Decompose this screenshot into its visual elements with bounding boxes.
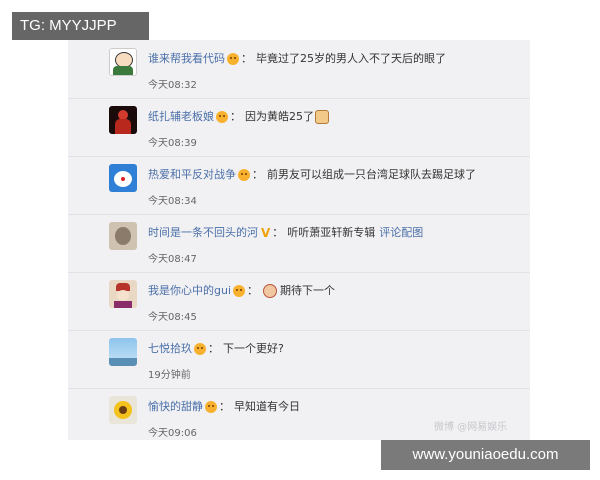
face-badge-icon bbox=[238, 169, 250, 181]
comment-item: 时间是一条不回头的河 V ： 听听萧亚轩新专辑 评论配图 今天08:47 bbox=[68, 214, 530, 273]
colon-separator: ： bbox=[241, 52, 252, 65]
v-badge-icon: V bbox=[261, 226, 271, 240]
comment-text: 早知道有今日 bbox=[234, 400, 300, 413]
faint-watermark: 微博 @网易娱乐 bbox=[434, 422, 508, 433]
doraemon-avatar[interactable] bbox=[109, 164, 137, 192]
face-emoji bbox=[263, 284, 278, 298]
cartoon-boy-avatar[interactable] bbox=[109, 48, 137, 76]
face-badge-icon bbox=[233, 285, 246, 297]
colon-separator: ： bbox=[208, 342, 219, 355]
beige-avatar[interactable] bbox=[109, 222, 137, 250]
comment-time: 今天08:34 bbox=[148, 196, 197, 207]
comment-text: 前男友可以组成一只台湾足球队去踢足球了 bbox=[267, 168, 476, 181]
costume-avatar[interactable] bbox=[109, 280, 137, 308]
comment-text: 毕竟过了25岁的男人入不了天后的眼了 bbox=[256, 52, 446, 65]
colon-separator: ： bbox=[230, 110, 241, 123]
comment-image-link[interactable]: 评论配图 bbox=[379, 225, 423, 241]
comment-time: 19分钟前 bbox=[148, 370, 191, 381]
username[interactable]: 纸扎辅老板娘 bbox=[148, 109, 214, 125]
colon-separator: ： bbox=[252, 168, 263, 181]
red-figure-avatar[interactable] bbox=[109, 106, 137, 134]
colon-separator: ： bbox=[272, 226, 284, 239]
comment-item: 热爱和平反对战争 ： 前男友可以组成一只台湾足球队去踢足球了 今天08:34 bbox=[68, 156, 530, 215]
comment-list: 谁来帮我看代码 ： 毕竟过了25岁的男人入不了天后的眼了 今天08:32 纸扎辅… bbox=[68, 40, 530, 440]
comment-item: 七悦拾玖 ： 下一个更好? 19分钟前 bbox=[68, 330, 530, 389]
colon-separator: ： bbox=[219, 400, 230, 413]
comment-text: 听听萧亚轩新专辑 bbox=[287, 226, 376, 239]
cat-emoji bbox=[315, 110, 329, 124]
face-badge-icon bbox=[205, 401, 217, 413]
username[interactable]: 我是你心中的gui bbox=[148, 283, 231, 299]
username[interactable]: 七悦拾玖 bbox=[148, 341, 192, 357]
username[interactable]: 热爱和平反对战争 bbox=[148, 167, 236, 183]
face-badge-icon bbox=[227, 53, 239, 65]
face-badge-icon bbox=[194, 343, 206, 355]
comment-item: 纸扎辅老板娘 ： 因为黄皓25了 今天08:39 bbox=[68, 98, 530, 157]
comment-time: 今天09:06 bbox=[148, 428, 197, 439]
site-watermark: www.youniaoedu.com bbox=[381, 440, 590, 470]
tg-watermark: TG: MYYJJPP bbox=[12, 12, 149, 40]
comment-time: 今天08:47 bbox=[148, 254, 197, 265]
username[interactable]: 愉快的甜静 bbox=[148, 399, 203, 415]
username[interactable]: 时间是一条不回头的河 bbox=[148, 225, 258, 241]
face-badge-icon bbox=[216, 111, 228, 123]
comment-text: 期待下一个 bbox=[280, 284, 336, 297]
comment-time: 今天08:45 bbox=[148, 312, 197, 323]
colon-separator: ： bbox=[247, 284, 259, 297]
comment-item: 愉快的甜静 ： 早知道有今日 今天09:06 bbox=[68, 388, 530, 446]
sky-avatar[interactable] bbox=[109, 338, 137, 366]
comment-text: 下一个更好? bbox=[223, 342, 284, 355]
comment-text: 因为黄皓25了 bbox=[245, 110, 314, 123]
comment-item: 我是你心中的gui ： 期待下一个 今天08:45 bbox=[68, 272, 530, 331]
comment-time: 今天08:39 bbox=[148, 138, 197, 149]
username[interactable]: 谁来帮我看代码 bbox=[148, 51, 225, 67]
sunflower-avatar[interactable] bbox=[109, 396, 137, 424]
comment-item: 谁来帮我看代码 ： 毕竟过了25岁的男人入不了天后的眼了 今天08:32 bbox=[68, 40, 530, 99]
comment-time: 今天08:32 bbox=[148, 80, 197, 91]
